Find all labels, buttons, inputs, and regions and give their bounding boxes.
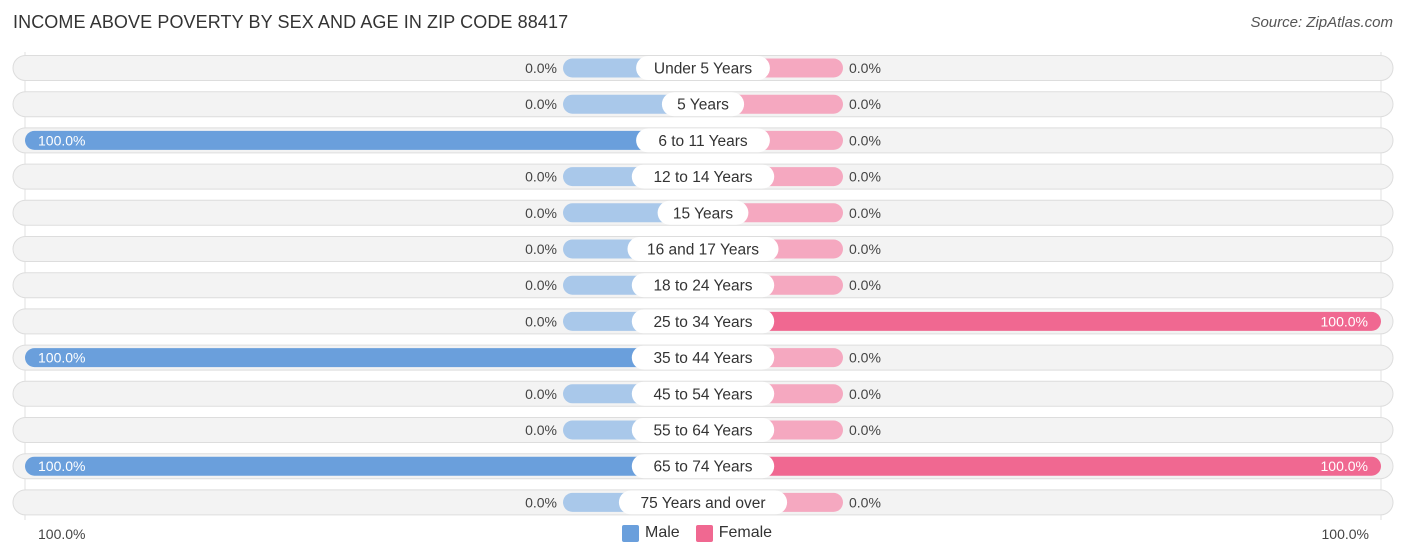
female-value-label: 0.0% xyxy=(849,422,881,438)
category-label: 35 to 44 Years xyxy=(653,350,752,367)
legend-label-male: Male xyxy=(645,524,680,541)
category-label: 6 to 11 Years xyxy=(658,133,748,150)
legend-item-male[interactable]: Male xyxy=(622,524,680,542)
legend-swatch-female xyxy=(695,524,713,542)
category-label: 18 to 24 Years xyxy=(653,278,752,295)
male-value-label: 100.0% xyxy=(38,458,85,474)
female-bar xyxy=(703,311,1381,331)
female-value-label: 0.0% xyxy=(849,96,881,112)
category-label: 25 to 34 Years xyxy=(653,314,752,331)
female-value-label: 0.0% xyxy=(849,277,881,293)
category-label: 16 and 17 Years xyxy=(647,242,759,259)
male-value-label: 0.0% xyxy=(525,277,557,293)
female-value-label: 0.0% xyxy=(849,386,881,402)
male-value-label: 0.0% xyxy=(525,422,557,438)
legend-swatch-male xyxy=(622,524,639,542)
male-value-label: 100.0% xyxy=(38,350,85,366)
female-value-label: 0.0% xyxy=(849,205,881,221)
category-label: 75 Years and over xyxy=(641,495,766,512)
category-label: 12 to 14 Years xyxy=(653,169,752,186)
male-value-label: 0.0% xyxy=(525,386,557,402)
female-value-label: 100.0% xyxy=(1321,313,1368,329)
male-bar xyxy=(25,456,703,476)
male-value-label: 0.0% xyxy=(525,169,557,185)
male-value-label: 0.0% xyxy=(525,241,557,257)
male-value-label: 0.0% xyxy=(525,494,557,510)
category-label: 65 to 74 Years xyxy=(653,459,752,476)
male-bar xyxy=(25,130,703,150)
female-value-label: 0.0% xyxy=(849,494,881,510)
female-value-label: 0.0% xyxy=(849,132,881,148)
female-value-label: 0.0% xyxy=(849,169,881,185)
male-value-label: 0.0% xyxy=(525,313,557,329)
male-value-label: 0.0% xyxy=(525,96,557,112)
axis-label-left: 100.0% xyxy=(38,526,86,542)
chart-canvas: 0.0% 0.0% Under 5 Years 0.0% 0.0% 5 Years 100.… xyxy=(12,52,1394,520)
category-label: 5 Years xyxy=(677,97,729,114)
male-value-label: 0.0% xyxy=(525,205,557,221)
category-label: 55 to 64 Years xyxy=(653,423,752,440)
category-label: Under 5 Years xyxy=(654,61,752,78)
axis-label-right: 100.0% xyxy=(1321,526,1369,542)
legend-label-female: Female xyxy=(718,524,773,541)
female-value-label: 0.0% xyxy=(849,60,881,76)
male-bar xyxy=(25,348,703,368)
female-value-label: 0.0% xyxy=(849,350,881,366)
male-value-label: 100.0% xyxy=(38,132,85,148)
category-label: 15 Years xyxy=(673,205,734,222)
legend-item-female[interactable]: Female xyxy=(695,524,773,542)
male-value-label: 0.0% xyxy=(525,60,557,76)
category-label: 45 to 54 Years xyxy=(653,386,752,403)
female-value-label: 0.0% xyxy=(849,241,881,257)
female-value-label: 100.0% xyxy=(1321,458,1368,474)
legend: Male Female xyxy=(622,524,780,542)
female-bar xyxy=(703,456,1381,476)
